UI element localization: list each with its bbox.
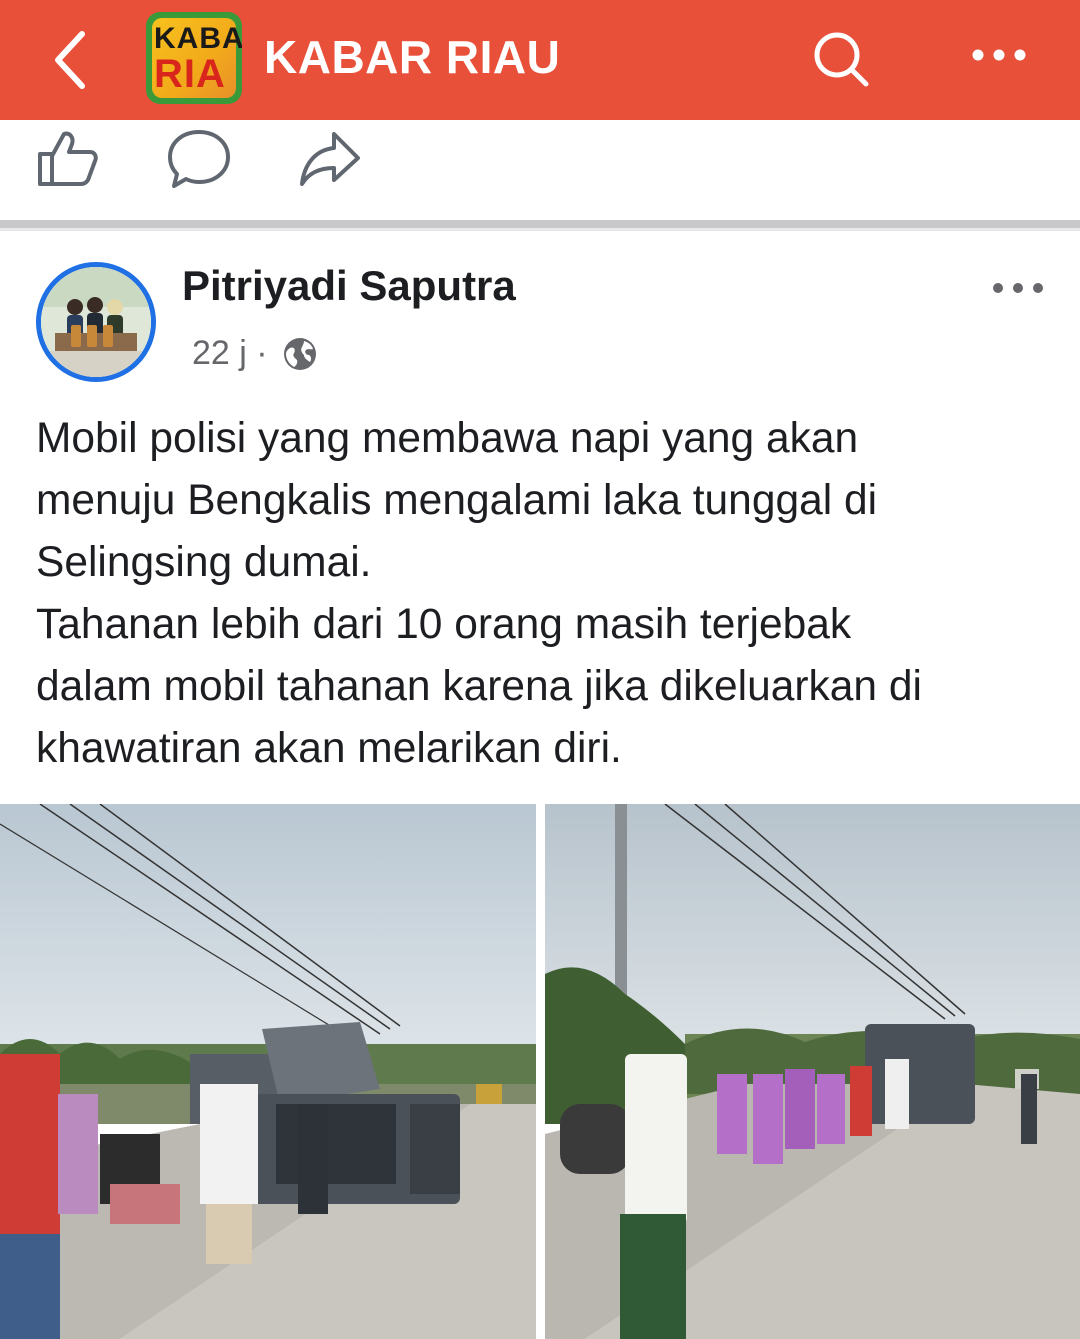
post-text-line: dalam mobil tahanan karena jika dikeluar… <box>36 663 922 710</box>
accident-scene-photo <box>0 804 536 1339</box>
post-photo-1[interactable] <box>0 804 536 1339</box>
more-horizontal-icon <box>972 49 1026 61</box>
share-icon <box>300 132 360 186</box>
app-header: KABA RIA KABAR RIAU <box>0 0 1080 120</box>
page-logo[interactable]: KABA RIA <box>146 12 242 104</box>
more-options-button[interactable] <box>964 30 1034 80</box>
thumbs-up-icon <box>38 131 98 186</box>
post-body: Mobil polisi yang membawa napi yang akan… <box>36 408 1046 780</box>
search-icon <box>814 32 869 87</box>
back-button[interactable] <box>40 22 110 98</box>
comment-icon <box>168 130 230 188</box>
search-button[interactable] <box>806 24 876 94</box>
post-text-line: khawatiran akan melarikan diri. <box>36 725 622 772</box>
post-text-line: Tahanan lebih dari 10 orang masih terjeb… <box>36 601 852 648</box>
post-text-line: Selingsing dumai. <box>36 539 372 586</box>
share-button[interactable] <box>296 126 366 192</box>
post-options-button[interactable] <box>986 268 1050 308</box>
author-avatar[interactable] <box>36 262 156 382</box>
chevron-left-icon <box>55 31 85 89</box>
accident-scene-photo <box>545 804 1080 1339</box>
comment-button[interactable] <box>164 126 234 192</box>
logo-text-top: KABA <box>154 22 242 55</box>
logo-text-bottom: RIA <box>154 52 226 96</box>
post-timestamp[interactable]: 22 j · <box>192 334 268 373</box>
post-author-name[interactable]: Pitriyadi Saputra <box>182 262 516 310</box>
avatar-photo <box>41 267 151 377</box>
section-divider <box>0 220 1080 228</box>
post-photo-2[interactable] <box>545 804 1080 1339</box>
more-horizontal-icon <box>993 283 1043 293</box>
post-text-line: menuju Bengkalis mengalami laka tunggal … <box>36 477 878 524</box>
like-button[interactable] <box>34 126 104 192</box>
page-title[interactable]: KABAR RIAU <box>264 30 560 84</box>
post-text-line: Mobil polisi yang membawa napi yang akan <box>36 415 859 462</box>
section-divider-shadow <box>0 228 1080 231</box>
globe-icon <box>282 336 318 372</box>
post-actions-bar <box>0 120 1080 220</box>
